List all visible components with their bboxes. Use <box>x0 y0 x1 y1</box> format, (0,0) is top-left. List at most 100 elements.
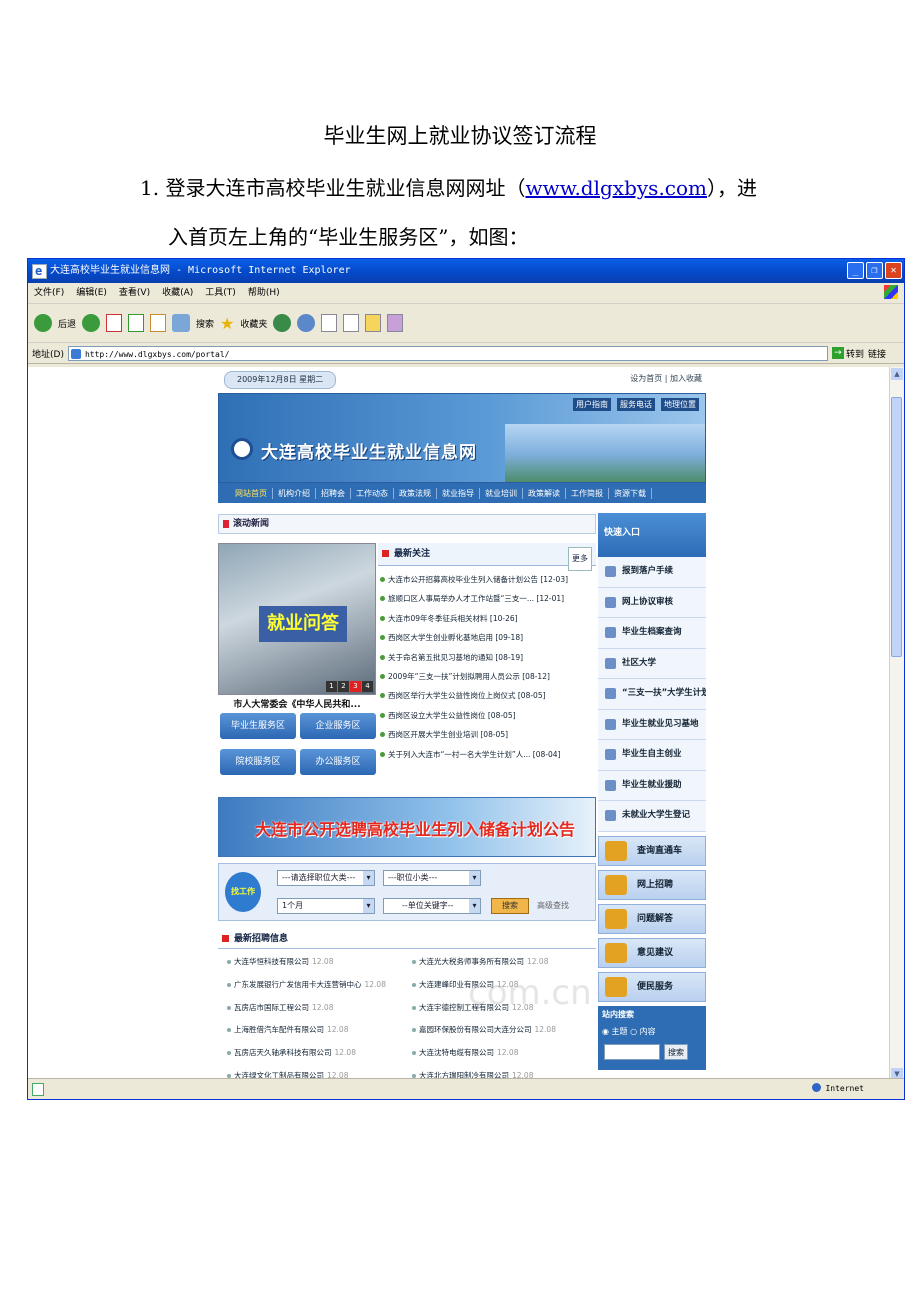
advanced-search-link[interactable]: 高级查找 <box>537 900 569 911</box>
list-item[interactable]: 西岗区大学生创业孵化基地启用 [09-18] <box>378 628 596 647</box>
nav-home[interactable]: 网站首页 <box>230 487 273 499</box>
service-phone-link[interactable]: 服务电话 <box>617 398 655 411</box>
refresh-icon[interactable] <box>128 314 145 332</box>
folder-icon[interactable] <box>365 314 382 332</box>
list-item[interactable]: 大连市公开招募高校毕业生列入储备计划公告 [12-03] <box>378 570 596 589</box>
messenger-icon[interactable] <box>387 314 404 332</box>
menu-tools[interactable]: 工具(T) <box>205 283 236 303</box>
office-service-button[interactable]: 办公服务区 <box>300 749 376 775</box>
online-recruitment-button[interactable]: 网上招聘 <box>598 869 706 900</box>
option-subject[interactable]: 主题 <box>612 1027 628 1036</box>
job-search-button[interactable]: 搜索 <box>491 898 529 914</box>
list-item[interactable]: 关于命名第五批见习基地的通知 [08-19] <box>378 648 596 667</box>
location-link[interactable]: 地理位置 <box>661 398 699 411</box>
recruit-item[interactable]: 广东发展银行广发信用卡大连营销中心 12.08 <box>226 974 411 997</box>
back-label[interactable]: 后退 <box>58 317 76 330</box>
quick-item-internship-base[interactable]: 毕业生就业见习基地 <box>598 709 706 740</box>
stop-icon[interactable] <box>106 314 123 332</box>
quick-item-archive-query[interactable]: 毕业生档案查询 <box>598 618 706 649</box>
quick-item-three-support[interactable]: “三支一扶”大学生计划 <box>598 679 706 710</box>
period-select[interactable]: 1个月 <box>277 898 375 914</box>
maximize-button[interactable]: ❐ <box>866 262 883 279</box>
job-subcategory-select[interactable]: ---职位小类--- <box>383 870 481 886</box>
site-search-input[interactable] <box>604 1043 660 1060</box>
company-name[interactable]: 瓦房店天久轴承科技有限公司 <box>234 1048 332 1057</box>
college-service-button[interactable]: 院校服务区 <box>220 749 296 775</box>
nav-news[interactable]: 工作动态 <box>351 487 394 499</box>
nav-guidance[interactable]: 就业指导 <box>437 487 480 499</box>
list-item[interactable]: 大连市09年冬季征兵相关材料 [10-26] <box>378 609 596 628</box>
company-name[interactable]: 嘉园环保股份有限公司大连分公司 <box>419 1025 532 1034</box>
menu-view[interactable]: 查看(V) <box>119 283 150 303</box>
print-icon[interactable] <box>343 314 360 332</box>
vertical-scrollbar[interactable]: ▲ ▼ <box>889 367 904 1081</box>
graduate-service-button[interactable]: 毕业生服务区 <box>220 713 296 739</box>
recruit-item[interactable]: 嘉园环保股份有限公司大连分公司 12.08 <box>411 1019 596 1042</box>
pager-2[interactable]: 2 <box>338 681 349 692</box>
recruit-item[interactable]: 大连华恒科技有限公司 12.08 <box>226 951 411 974</box>
site-url-link[interactable]: www.dlgxbys.com <box>525 176 707 200</box>
nav-interpretation[interactable]: 政策解读 <box>523 487 566 499</box>
list-item[interactable]: 西岗区开展大学生创业培训 [08-05] <box>378 725 596 744</box>
recruit-item[interactable]: 上海胜借汽车配件有限公司 12.08 <box>226 1019 411 1042</box>
scroll-up-icon[interactable]: ▲ <box>891 368 903 380</box>
job-category-select[interactable]: ---请选择职位大类--- <box>277 870 375 886</box>
quick-item-unemployed-registration[interactable]: 未就业大学生登记 <box>598 801 706 832</box>
quick-item-registration[interactable]: 报到落户手续 <box>598 557 706 588</box>
enterprise-service-button[interactable]: 企业服务区 <box>300 713 376 739</box>
quick-item-community-college[interactable]: 社区大学 <box>598 648 706 679</box>
user-guide-link[interactable]: 用户指南 <box>573 398 611 411</box>
keyword-input[interactable]: --单位关键字-- <box>383 898 481 914</box>
company-name[interactable]: 上海胜借汽车配件有限公司 <box>234 1025 324 1034</box>
quick-item-entrepreneurship[interactable]: 毕业生自主创业 <box>598 740 706 771</box>
company-name[interactable]: 大连华恒科技有限公司 <box>234 957 309 966</box>
list-item[interactable]: 关于列入大连市“一村一名大学生计划”人... [08-04] <box>378 745 596 764</box>
query-express-button[interactable]: 查询直通车 <box>598 835 706 866</box>
list-item[interactable]: 西岗区设立大学生公益性岗位 [08-05] <box>378 706 596 725</box>
pager-3[interactable]: 3 <box>350 681 361 692</box>
links-label[interactable]: 链接 <box>868 347 886 360</box>
go-button[interactable]: → 转到 <box>831 347 864 360</box>
pager-4[interactable]: 4 <box>362 681 373 692</box>
menu-file[interactable]: 文件(F) <box>34 283 64 303</box>
homepage-links[interactable]: 设为首页 | 加入收藏 <box>630 371 702 387</box>
history-icon[interactable] <box>297 314 316 332</box>
recruit-item[interactable]: 瓦房店天久轴承科技有限公司 12.08 <box>226 1042 411 1065</box>
news-photo[interactable]: 就业问答 1 2 3 4 <box>218 543 376 695</box>
company-name[interactable]: 大连光大税务师事务所有限公司 <box>419 957 524 966</box>
menu-help[interactable]: 帮助(H) <box>248 283 280 303</box>
option-content[interactable]: 内容 <box>640 1027 656 1036</box>
company-name[interactable]: 大连沈特电缆有限公司 <box>419 1048 494 1057</box>
mail-icon[interactable] <box>321 314 338 332</box>
nav-policy[interactable]: 政策法规 <box>394 487 437 499</box>
recruit-item[interactable]: 瓦房店市国际工程公司 12.08 <box>226 997 411 1020</box>
convenience-service-button[interactable]: 便民服务 <box>598 971 706 1002</box>
pager-1[interactable]: 1 <box>326 681 337 692</box>
more-button[interactable]: 更多 <box>568 547 592 571</box>
site-search-button[interactable]: 搜索 <box>664 1043 688 1060</box>
menu-edit[interactable]: 编辑(E) <box>76 283 107 303</box>
nav-training[interactable]: 就业培训 <box>480 487 523 499</box>
favorites-star-icon[interactable]: ★ <box>220 314 234 333</box>
list-item[interactable]: 2009年“三支一扶”计划拟聘用人员公示 [08-12] <box>378 667 596 686</box>
company-name[interactable]: 瓦房店市国际工程公司 <box>234 1003 309 1012</box>
media-icon[interactable] <box>273 314 292 332</box>
recruitment-ad-banner[interactable]: 大连市公开选聘高校毕业生列入储备计划公告 <box>218 797 596 857</box>
close-button[interactable]: ✕ <box>885 262 902 279</box>
recruit-item[interactable]: 大连沈特电缆有限公司 12.08 <box>411 1042 596 1065</box>
list-item[interactable]: 旅顺口区人事局举办人才工作站暨“三支一... [12-01] <box>378 589 596 608</box>
forward-icon[interactable] <box>82 314 101 332</box>
home-icon[interactable] <box>150 314 167 332</box>
nav-about[interactable]: 机构介绍 <box>273 487 316 499</box>
nav-downloads[interactable]: 资源下载 <box>609 487 652 499</box>
minimize-button[interactable]: _ <box>847 262 864 279</box>
faq-button[interactable]: 问题解答 <box>598 903 706 934</box>
favorites-label[interactable]: 收藏夹 <box>240 317 267 330</box>
recruit-item[interactable]: 大连光大税务师事务所有限公司 12.08 <box>411 951 596 974</box>
quick-item-online-agreement[interactable]: 网上协议审核 <box>598 587 706 618</box>
scroll-thumb[interactable] <box>891 397 902 657</box>
menu-favorites[interactable]: 收藏(A) <box>162 283 193 303</box>
nav-briefing[interactable]: 工作简报 <box>566 487 609 499</box>
photo-caption[interactable]: 市人大常委会《中华人民共和... <box>218 697 376 710</box>
search-label[interactable]: 搜索 <box>196 317 214 330</box>
